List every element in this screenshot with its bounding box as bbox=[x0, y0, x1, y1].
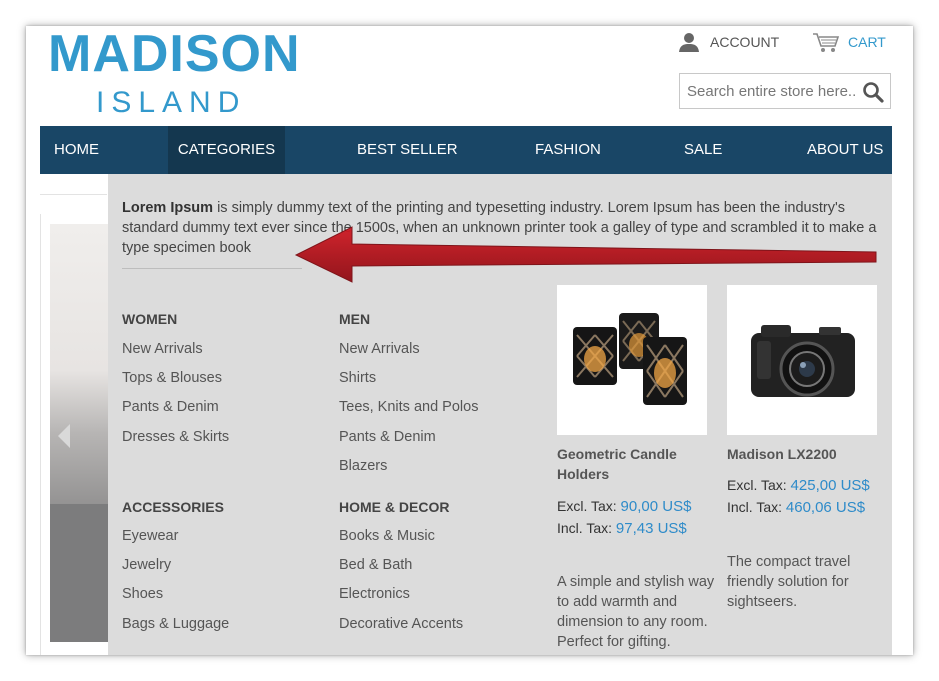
account-label: ACCOUNT bbox=[710, 34, 780, 50]
desc-line: to add warmth and bbox=[557, 594, 678, 610]
incl-tax-camera: Incl. Tax: 460,06 US$ bbox=[727, 497, 865, 518]
dropdown-intro: Lorem Ipsum is simply dummy text of the … bbox=[122, 198, 884, 258]
main-nav: HOME CATEGORIES BEST SELLER FASHION SALE… bbox=[40, 126, 892, 174]
link-women-tops-blouses[interactable]: Tops & Blouses bbox=[122, 370, 222, 386]
excl-tax-price: 425,00 US$ bbox=[790, 477, 870, 494]
desc-line: dimension to any room. bbox=[557, 614, 708, 630]
link-women-pants-denim[interactable]: Pants & Denim bbox=[122, 399, 219, 415]
link-electronics[interactable]: Electronics bbox=[339, 586, 410, 602]
nav-about-us[interactable]: ABOUT US bbox=[807, 126, 883, 174]
link-decorative-accents[interactable]: Decorative Accents bbox=[339, 616, 463, 632]
nav-categories[interactable]: CATEGORIES bbox=[168, 126, 285, 174]
link-men-new-arrivals[interactable]: New Arrivals bbox=[339, 341, 420, 357]
product-name-candle-line1: Geometric Candle bbox=[557, 446, 677, 462]
link-men-pants-denim[interactable]: Pants & Denim bbox=[339, 429, 436, 445]
link-books-music[interactable]: Books & Music bbox=[339, 528, 435, 544]
search-input[interactable] bbox=[680, 74, 856, 108]
model-shirt bbox=[50, 504, 108, 642]
search-box bbox=[679, 73, 891, 109]
excl-tax-price: 90,00 US$ bbox=[620, 498, 692, 515]
logo-line-1: MADISON bbox=[48, 26, 301, 83]
account-link[interactable]: ACCOUNT bbox=[678, 30, 779, 54]
candle-holders-icon bbox=[573, 313, 687, 405]
camera-icon bbox=[751, 325, 855, 397]
link-men-blazers[interactable]: Blazers bbox=[339, 458, 387, 474]
link-jewelry[interactable]: Jewelry bbox=[122, 557, 171, 573]
excl-tax-label: Excl. Tax: bbox=[557, 498, 617, 514]
link-men-tees[interactable]: Tees, Knits and Polos bbox=[339, 399, 478, 415]
page-frame: MADISON ISLAND ACCOUNT CART HOME CATEGOR… bbox=[26, 26, 913, 655]
heading-women[interactable]: WOMEN bbox=[122, 311, 177, 327]
desc-line: friendly solution for bbox=[727, 574, 849, 590]
camera-image[interactable] bbox=[727, 285, 877, 435]
intro-bold: Lorem Ipsum bbox=[122, 200, 214, 216]
desc-line: Perfect for gifting. bbox=[557, 634, 671, 650]
search-icon[interactable] bbox=[862, 81, 884, 103]
incl-tax-label: Incl. Tax: bbox=[727, 499, 782, 515]
product-name-camera[interactable]: Madison LX2200 bbox=[727, 444, 887, 464]
nav-home[interactable]: HOME bbox=[54, 126, 99, 174]
link-women-dresses-skirts[interactable]: Dresses & Skirts bbox=[122, 429, 229, 445]
user-icon bbox=[679, 33, 699, 52]
heading-men[interactable]: MEN bbox=[339, 311, 370, 327]
heading-home-decor[interactable]: HOME & DECOR bbox=[339, 499, 449, 515]
link-bed-bath[interactable]: Bed & Bath bbox=[339, 557, 412, 573]
incl-tax-label: Incl. Tax: bbox=[557, 520, 612, 536]
link-women-new-arrivals[interactable]: New Arrivals bbox=[122, 341, 203, 357]
link-shoes[interactable]: Shoes bbox=[122, 586, 163, 602]
desc-line: sightseers. bbox=[727, 594, 798, 610]
nav-sale[interactable]: SALE bbox=[684, 126, 722, 174]
incl-tax-price: 460,06 US$ bbox=[785, 499, 866, 516]
slider-prev-icon[interactable] bbox=[58, 424, 70, 448]
page-strip bbox=[40, 174, 107, 195]
product-desc-candle: A simple and stylish way to add warmth a… bbox=[557, 572, 714, 652]
store-logo[interactable]: MADISON ISLAND bbox=[48, 28, 313, 120]
desc-line: A simple and stylish way bbox=[557, 574, 715, 590]
nav-fashion[interactable]: FASHION bbox=[535, 126, 601, 174]
cart-icon bbox=[813, 33, 840, 52]
incl-tax-candle: Incl. Tax: 97,43 US$ bbox=[557, 518, 687, 539]
link-men-shirts[interactable]: Shirts bbox=[339, 370, 376, 386]
product-name-candle-line2: Holders bbox=[557, 466, 610, 482]
link-bags-luggage[interactable]: Bags & Luggage bbox=[122, 616, 229, 632]
nav-best-seller[interactable]: BEST SELLER bbox=[357, 126, 458, 174]
cart-label: CART bbox=[848, 34, 886, 50]
excl-tax-label: Excl. Tax: bbox=[727, 477, 787, 493]
product-desc-camera: The compact travel friendly solution for… bbox=[727, 552, 850, 612]
excl-tax-camera: Excl. Tax: 425,00 US$ bbox=[727, 475, 870, 496]
categories-dropdown: Lorem Ipsum is simply dummy text of the … bbox=[108, 174, 892, 655]
intro-divider bbox=[122, 268, 302, 269]
excl-tax-candle: Excl. Tax: 90,00 US$ bbox=[557, 496, 691, 517]
intro-text: is simply dummy text of the printing and… bbox=[122, 200, 877, 256]
cart-link[interactable]: CART bbox=[812, 30, 886, 54]
link-eyewear[interactable]: Eyewear bbox=[122, 528, 178, 544]
candle-holders-image[interactable] bbox=[557, 285, 707, 435]
logo-line-2: ISLAND bbox=[96, 86, 247, 119]
heading-accessories[interactable]: ACCESSORIES bbox=[122, 499, 224, 515]
hero-slider-image bbox=[50, 224, 108, 642]
incl-tax-price: 97,43 US$ bbox=[615, 520, 687, 537]
product-name-candle[interactable]: Geometric Candle Holders bbox=[557, 444, 717, 484]
desc-line: The compact travel bbox=[727, 554, 851, 570]
